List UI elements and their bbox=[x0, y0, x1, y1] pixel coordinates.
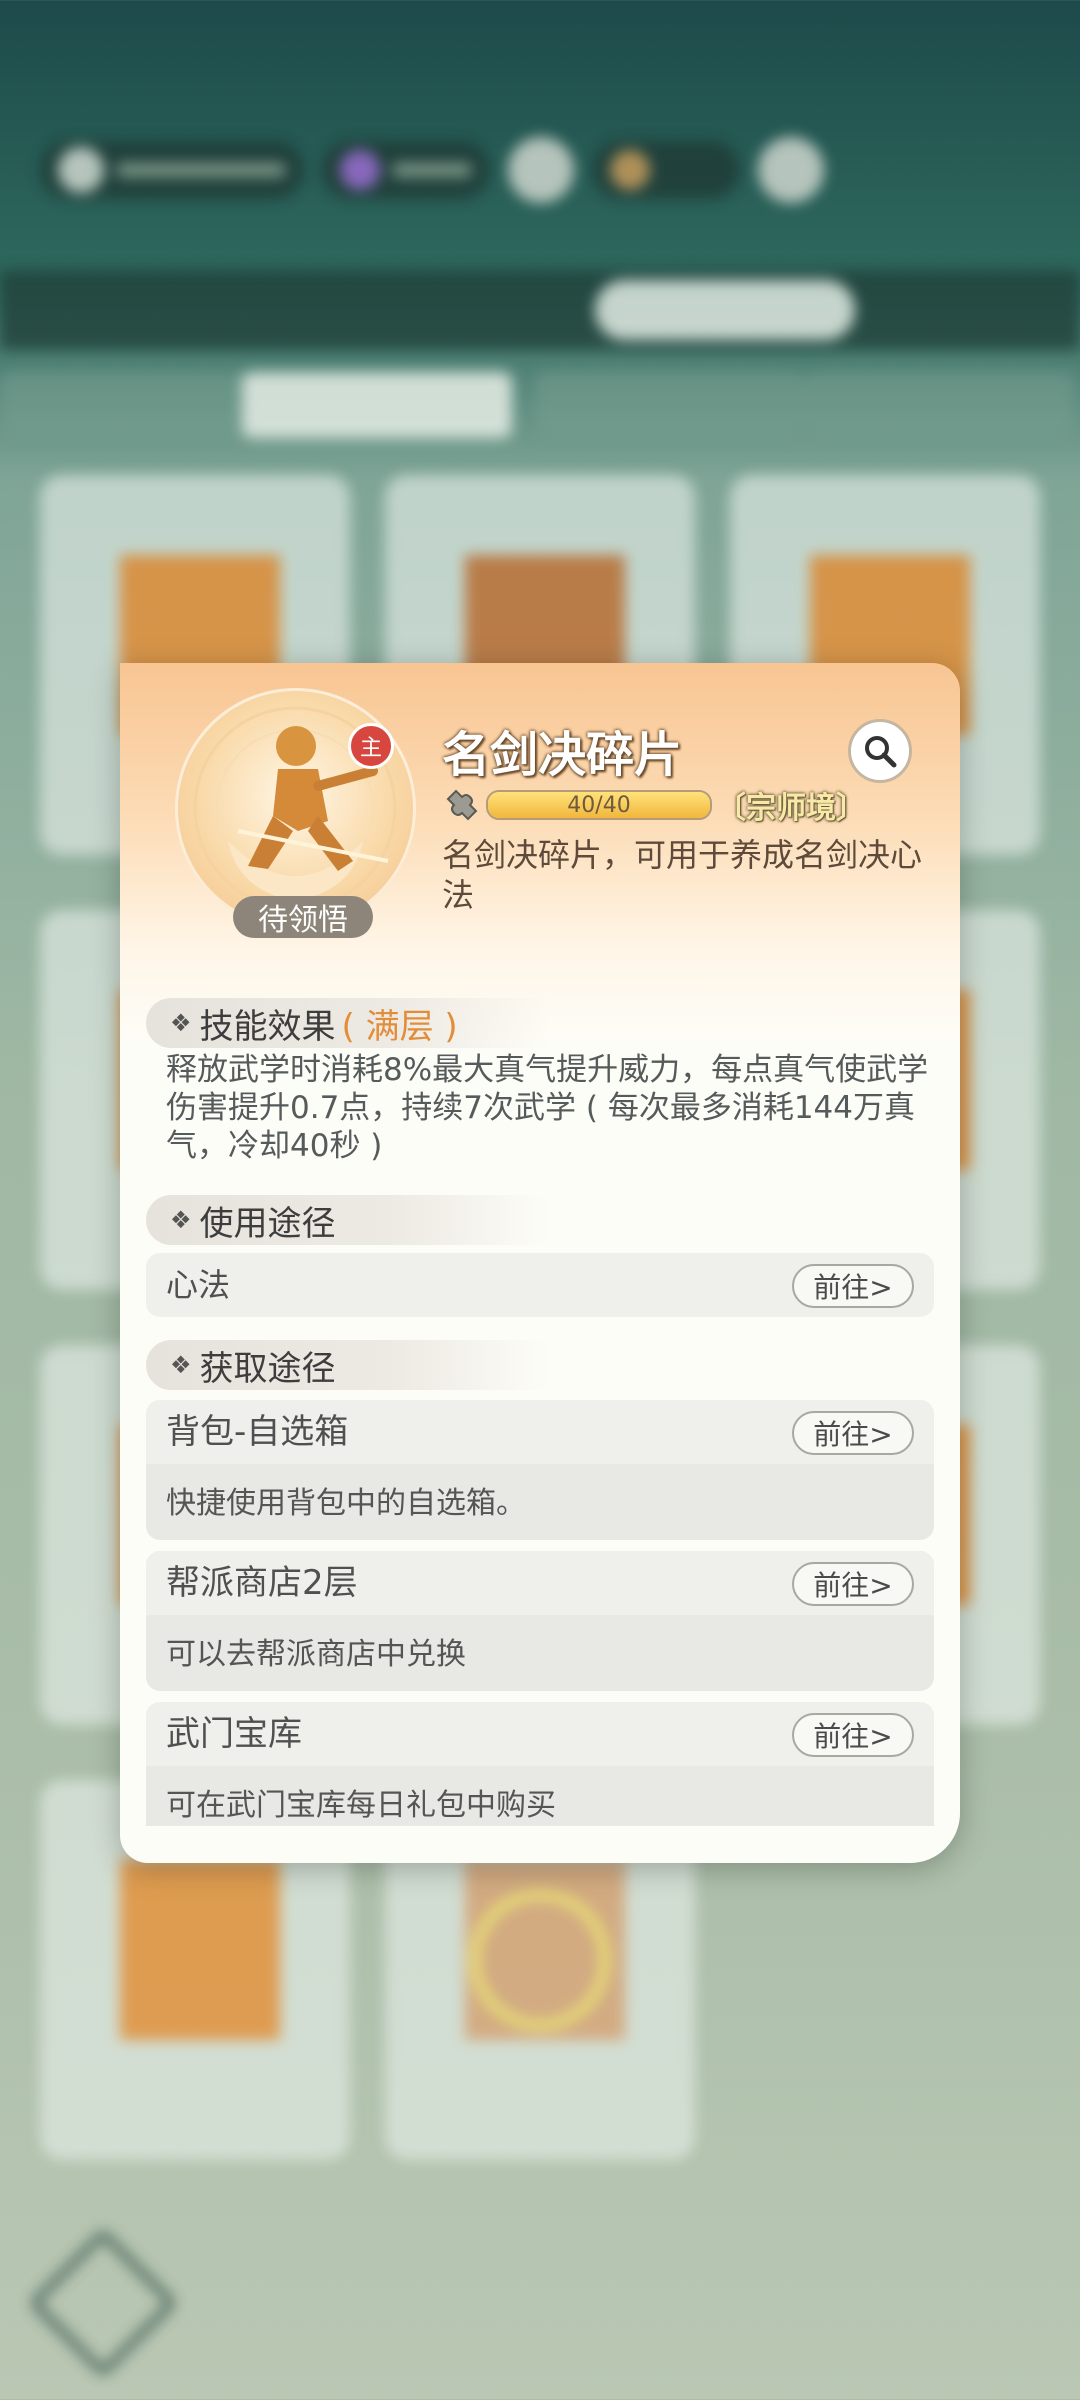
add-currency-button[interactable] bbox=[508, 137, 574, 203]
gem-icon bbox=[340, 150, 380, 190]
obtain-label: 武门宝库 bbox=[166, 1714, 302, 1754]
skill-effect-header: ❖ 技能效果 ( 满层 ) bbox=[146, 998, 550, 1048]
shop-tab-bar bbox=[0, 270, 1080, 350]
progress-bar: 40/40 bbox=[486, 790, 712, 820]
obtain-item: 武门宝库 前往> 可在武门宝库每日礼包中购买 bbox=[146, 1702, 934, 1826]
obtain-desc: 可以去帮派商店中兑换 bbox=[166, 1637, 466, 1672]
obtain-title: 获取途径 bbox=[199, 1348, 336, 1389]
floor-tab-3[interactable] bbox=[535, 372, 805, 438]
shop-tab-4[interactable] bbox=[900, 280, 1080, 340]
obtain-header: ❖ 获取途径 bbox=[146, 1340, 550, 1390]
item-title: 名剑决碎片 bbox=[442, 727, 683, 783]
obtain-item: 帮派商店2层 前往> 可以去帮派商店中兑换 bbox=[146, 1551, 934, 1691]
diamond-bullet-icon: ❖ bbox=[170, 1206, 192, 1234]
usage-row: 心法 前往> bbox=[146, 1253, 934, 1317]
obtain-go-button[interactable]: 前往> bbox=[792, 1713, 914, 1757]
token-pill bbox=[592, 141, 740, 199]
item-detail-popup: 主 待领悟 名剑决碎片 40/40 〔宗师境〕 名剑决碎片，可用于养成名剑决心法… bbox=[120, 663, 960, 1863]
shop-tab-1[interactable] bbox=[50, 280, 310, 340]
usage-header: ❖ 使用途径 bbox=[146, 1195, 550, 1245]
obtain-desc: 可在武门宝库每日礼包中购买 bbox=[166, 1788, 556, 1823]
obtain-item: 背包-自选箱 前往> 快捷使用背包中的自选箱。 bbox=[146, 1400, 934, 1540]
shop-tab-3[interactable] bbox=[595, 280, 855, 340]
usage-go-button[interactable]: 前往> bbox=[792, 1264, 914, 1308]
player-info-pill bbox=[40, 141, 304, 199]
skill-effect-title: 技能效果 bbox=[199, 1006, 336, 1047]
resource-bar bbox=[40, 135, 824, 205]
skill-effect-text: 释放武学时消耗8%最大真气提升威力，每点真气使武学伤害提升0.7点，持续7次武学… bbox=[166, 1052, 929, 1164]
usage-label: 心法 bbox=[166, 1266, 231, 1304]
search-icon bbox=[865, 736, 897, 768]
puzzle-piece-icon bbox=[446, 789, 478, 821]
obtain-label: 背包-自选箱 bbox=[166, 1412, 349, 1452]
currency-pill bbox=[322, 141, 490, 199]
floor-tab-1[interactable] bbox=[0, 372, 270, 438]
glow-orb-icon bbox=[470, 1890, 610, 2030]
fragment-progress: 40/40 〔宗师境〕 bbox=[442, 783, 866, 827]
realm-label: 〔宗师境〕 bbox=[716, 791, 866, 826]
floor-tab-2[interactable] bbox=[242, 372, 512, 438]
search-button[interactable] bbox=[848, 719, 912, 783]
diamond-bullet-icon: ❖ bbox=[170, 1351, 192, 1379]
obtain-label: 帮派商店2层 bbox=[166, 1563, 358, 1603]
diamond-menu-icon[interactable] bbox=[28, 2228, 178, 2378]
token-icon bbox=[610, 150, 650, 190]
obtain-go-button[interactable]: 前往> bbox=[792, 1411, 914, 1455]
progress-text: 40/40 bbox=[567, 792, 631, 818]
avatar bbox=[58, 147, 104, 193]
shop-tab-2[interactable] bbox=[320, 280, 580, 340]
main-badge: 主 bbox=[348, 723, 394, 769]
diamond-bullet-icon: ❖ bbox=[170, 1009, 192, 1037]
skill-level: ( 满层 ) bbox=[341, 1006, 458, 1047]
item-description: 名剑决碎片，可用于养成名剑决心法 bbox=[442, 836, 923, 914]
status-tag: 待领悟 bbox=[233, 896, 373, 938]
usage-title: 使用途径 bbox=[199, 1203, 336, 1244]
add-token-button[interactable] bbox=[758, 137, 824, 203]
floor-tab-bar bbox=[0, 372, 1080, 442]
obtain-desc: 快捷使用背包中的自选箱。 bbox=[166, 1486, 526, 1521]
floor-tab-4[interactable] bbox=[805, 372, 1075, 438]
obtain-go-button[interactable]: 前往> bbox=[792, 1562, 914, 1606]
